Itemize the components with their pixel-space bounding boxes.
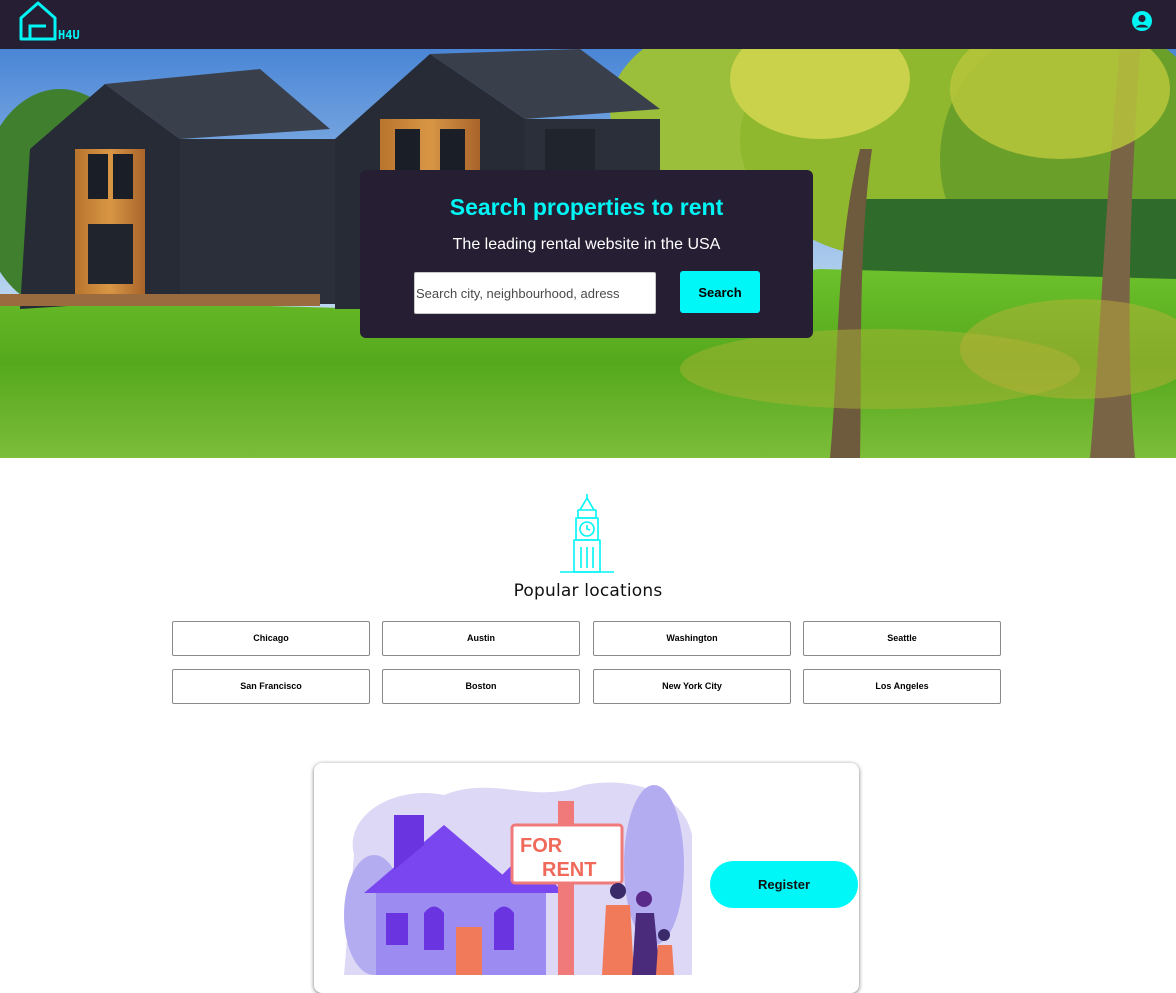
location-button-chicago[interactable]: Chicago: [172, 621, 370, 656]
svg-text:FOR: FOR: [520, 835, 563, 857]
search-subtitle: The leading rental website in the USA: [452, 236, 721, 253]
search-panel: Search properties to rent The leading re…: [360, 170, 813, 338]
location-button-los-angeles[interactable]: Los Angeles: [803, 669, 1001, 704]
location-button-washington[interactable]: Washington: [593, 621, 791, 656]
svg-text:RENT: RENT: [542, 859, 596, 881]
for-rent-illustration: FOR RENT: [334, 775, 694, 983]
location-button-seattle[interactable]: Seattle: [803, 621, 1001, 656]
search-button[interactable]: Search: [680, 271, 760, 313]
register-button[interactable]: Register: [710, 861, 858, 908]
h4u-logo[interactable]: H4U: [18, 0, 92, 44]
location-button-san-francisco[interactable]: San Francisco: [172, 669, 370, 704]
clock-tower-icon: [556, 492, 618, 576]
search-title: Search properties to rent: [449, 194, 724, 220]
top-navbar: H4U: [0, 0, 1176, 49]
search-input[interactable]: [414, 272, 656, 314]
svg-text:H4U: H4U: [58, 28, 80, 42]
popular-locations-title: Popular locations: [513, 581, 663, 601]
register-promo-card: FOR RENT Register: [314, 763, 859, 993]
location-button-new-york-city[interactable]: New York City: [593, 669, 791, 704]
location-button-boston[interactable]: Boston: [382, 669, 580, 704]
user-circle-icon[interactable]: [1131, 10, 1153, 32]
location-button-austin[interactable]: Austin: [382, 621, 580, 656]
